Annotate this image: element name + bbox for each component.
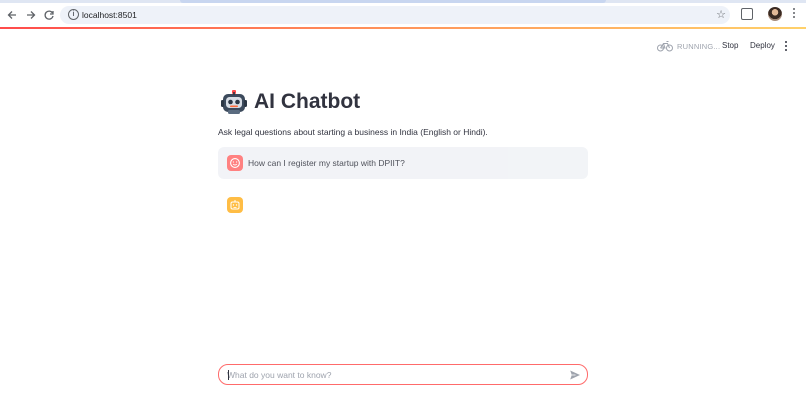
bookmark-star-icon[interactable]: ☆ xyxy=(716,7,726,23)
browser-toolbar: i localhost:8501 ☆ xyxy=(0,0,806,28)
stop-button[interactable]: Stop xyxy=(718,39,742,53)
running-status: RUNNING... xyxy=(677,42,721,51)
text-caret xyxy=(228,370,229,380)
reload-icon[interactable] xyxy=(42,8,56,22)
app-menu-icon[interactable] xyxy=(783,41,789,53)
send-icon[interactable] xyxy=(569,369,581,381)
page-title: AI Chatbot xyxy=(254,90,361,113)
address-bar[interactable]: i localhost:8501 ☆ xyxy=(60,6,730,24)
bot-face-icon xyxy=(230,200,240,210)
smiley-face-icon xyxy=(230,158,240,168)
extensions-icon[interactable] xyxy=(741,8,753,20)
chat-message-assistant xyxy=(218,189,588,221)
browser-menu-icon[interactable] xyxy=(791,8,797,20)
deploy-button[interactable]: Deploy xyxy=(747,39,778,53)
page-subtitle: Ask legal questions about starting a bus… xyxy=(218,127,488,137)
chat-input[interactable] xyxy=(227,367,557,382)
forward-arrow-icon[interactable] xyxy=(24,8,38,22)
user-message-text: How can I register my startup with DPIIT… xyxy=(248,158,405,168)
profile-avatar[interactable] xyxy=(768,7,782,21)
robot-icon xyxy=(221,90,247,114)
active-tab-indicator[interactable] xyxy=(180,0,606,3)
chat-input-container[interactable] xyxy=(218,364,588,385)
running-bicycle-icon xyxy=(657,41,673,52)
chat-message-user: How can I register my startup with DPIIT… xyxy=(218,147,588,179)
streamlit-decoration-bar xyxy=(0,27,806,29)
user-avatar xyxy=(227,155,243,171)
back-arrow-icon[interactable] xyxy=(5,8,19,22)
site-info-icon[interactable]: i xyxy=(68,9,79,20)
url-text[interactable]: localhost:8501 xyxy=(82,8,137,22)
assistant-avatar xyxy=(227,197,243,213)
